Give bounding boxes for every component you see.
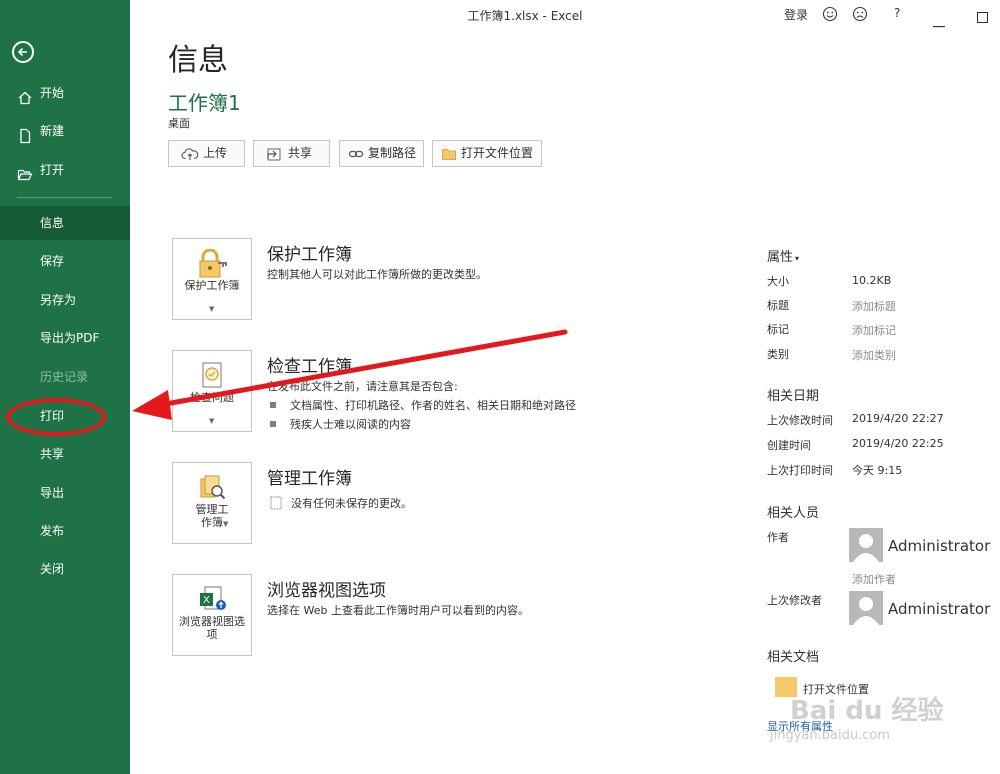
annotation-circle	[6, 398, 106, 436]
annotation-arrow	[132, 329, 568, 420]
watermark-logo: Bai du 经验	[790, 696, 944, 726]
watermark-url: jingyan.baidu.com	[770, 728, 890, 743]
